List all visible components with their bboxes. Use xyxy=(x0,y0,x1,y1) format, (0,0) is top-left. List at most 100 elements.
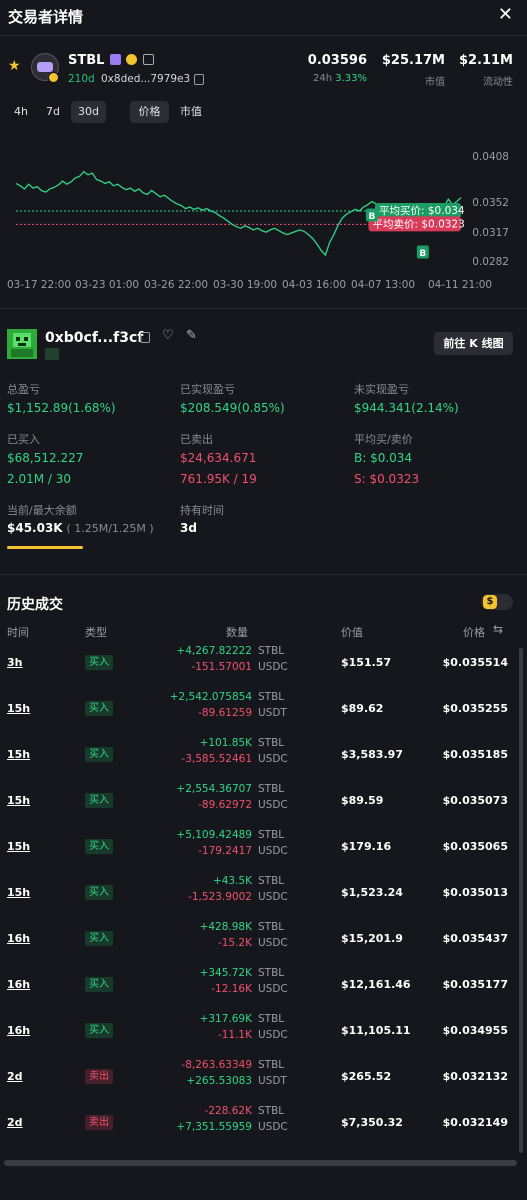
copy-icon[interactable] xyxy=(140,332,150,343)
heart-icon[interactable]: ♡ xyxy=(162,328,174,343)
bought-usd: $68,512.227 xyxy=(7,451,84,465)
trade-time-link[interactable]: 15h xyxy=(7,886,30,899)
trade-quote-symbol: USDC xyxy=(258,1121,288,1133)
trade-time-link[interactable]: 2d xyxy=(7,1116,23,1129)
favorite-star-icon[interactable]: ★ xyxy=(8,58,21,74)
trade-price: $0.035073 xyxy=(442,794,508,807)
twitter-icon[interactable] xyxy=(126,54,137,65)
trade-price: $0.035514 xyxy=(442,656,508,669)
trade-token-symbol: STBL xyxy=(258,691,285,703)
trade-qty-quote: -89.61259 xyxy=(198,707,252,719)
copy-icon[interactable] xyxy=(194,74,204,85)
trade-qty-token: +43.5K xyxy=(212,875,252,887)
close-icon[interactable]: ✕ xyxy=(498,4,513,25)
market-cap-label: 市值 xyxy=(425,77,445,88)
tab-30d[interactable]: 30d xyxy=(71,101,106,123)
price-chart: 平均买价: $0.034平均卖价: $0.0323BB xyxy=(15,170,465,259)
trade-token-symbol: STBL xyxy=(258,1059,285,1071)
y-tick: 0.0408 xyxy=(472,151,509,163)
table-row: 15h 买入 +101.85K STBL -3,585.52461 USDC $3,583.… xyxy=(0,733,527,779)
trade-value: $12,161.46 xyxy=(341,978,411,991)
trade-time-link[interactable]: 16h xyxy=(7,1024,30,1037)
trade-time-link[interactable]: 15h xyxy=(7,748,30,761)
trade-qty-token: +428.98K xyxy=(199,921,252,933)
hold-time: 3d xyxy=(180,521,197,535)
trade-qty-token: -228.62K xyxy=(204,1105,252,1117)
svg-text:平均卖价: $0.0323: 平均卖价: $0.0323 xyxy=(373,218,465,230)
trade-qty-quote: -151.57001 xyxy=(191,661,252,673)
token-address: 0x8ded...7979e3 xyxy=(101,73,191,85)
horizontal-scrollbar[interactable] xyxy=(4,1160,517,1166)
audit-icon[interactable] xyxy=(143,54,154,65)
col-price: 价格 xyxy=(463,626,485,639)
total-pnl-label: 总盈亏 xyxy=(7,383,40,396)
svg-text:B: B xyxy=(419,249,426,259)
trade-token-symbol: STBL xyxy=(258,875,285,887)
trade-time-link[interactable]: 15h xyxy=(7,702,30,715)
trade-quote-symbol: USDT xyxy=(258,1075,287,1087)
platform-icon[interactable] xyxy=(110,54,121,65)
trade-time-link[interactable]: 15h xyxy=(7,840,30,853)
trade-token-symbol: STBL xyxy=(258,967,285,979)
trade-token-symbol: STBL xyxy=(258,783,285,795)
buy-marker: B xyxy=(366,208,378,222)
trade-qty-quote: -3,585.52461 xyxy=(181,753,252,765)
table-row: 15h 买入 +5,109.42489 STBL -179.2417 USDC $179.1… xyxy=(0,825,527,871)
header: 交易者详情 ✕ xyxy=(0,0,527,34)
kline-button[interactable]: 前往 K 线图 xyxy=(434,332,513,355)
trade-time-link[interactable]: 2d xyxy=(7,1070,23,1083)
table-row: 2d 卖出 -228.62K STBL +7,351.55959 USDC $7,350.3… xyxy=(0,1101,527,1147)
trade-price: $0.035255 xyxy=(442,702,508,715)
swap-icon[interactable]: ⇆ xyxy=(493,622,503,636)
trade-value: $179.16 xyxy=(341,840,392,853)
trade-quote-symbol: USDC xyxy=(258,937,288,949)
tab-price[interactable]: 价格 xyxy=(130,101,169,123)
col-type: 类型 xyxy=(85,626,107,639)
y-tick: 0.0282 xyxy=(472,256,509,268)
table-row: 15h 买入 +43.5K STBL -1,523.9002 USDC $1,523.24 $… xyxy=(0,871,527,917)
trade-token-symbol: STBL xyxy=(258,829,285,841)
trade-quote-symbol: USDC xyxy=(258,983,288,995)
trade-value: $151.57 xyxy=(341,656,392,669)
avg-sell-label: 平均卖价: $0.0323 xyxy=(368,216,465,232)
table-row: 15h 买入 +2,542.075854 STBL -89.61259 USDT $89.6… xyxy=(0,687,527,733)
trade-time-link[interactable]: 16h xyxy=(7,978,30,991)
divider xyxy=(0,308,527,309)
liquidity-value: $2.11M xyxy=(458,53,513,68)
edit-icon[interactable]: ✎ xyxy=(186,328,197,343)
trade-qty-token: +5,109.42489 xyxy=(176,829,252,841)
trade-qty-quote: -89.62972 xyxy=(198,799,252,811)
trade-token-symbol: STBL xyxy=(258,1105,285,1117)
hold-time-label: 持有时间 xyxy=(180,504,224,517)
tab-mcap[interactable]: 市值 xyxy=(173,101,209,123)
table-row: 2d 卖出 -8,263.63349 STBL +265.53083 USDT $265.5… xyxy=(0,1055,527,1101)
col-qty: 数量 xyxy=(226,626,248,639)
trade-token-symbol: STBL xyxy=(258,921,285,933)
trade-value: $15,201.9 xyxy=(341,932,403,945)
trade-value: $7,350.32 xyxy=(341,1116,403,1129)
tab-7d[interactable]: 7d xyxy=(40,101,66,123)
table-row: 16h 买入 +345.72K STBL -12.16K USDC $12,161.46 $0… xyxy=(0,963,527,1009)
trade-price: $0.032149 xyxy=(442,1116,508,1129)
dollar-icon[interactable]: $ xyxy=(483,595,497,609)
vertical-scrollbar[interactable] xyxy=(519,648,523,1153)
unrealized-pnl-label: 未实现盈亏 xyxy=(354,383,409,396)
trade-qty-token: +2,554.36707 xyxy=(176,783,252,795)
market-cap-value: $25.17M xyxy=(381,53,445,68)
trade-token-symbol: STBL xyxy=(258,645,285,657)
trade-token-symbol: STBL xyxy=(258,737,285,749)
x-tick: 03-23 01:00 xyxy=(75,279,140,291)
realized-pnl: $208.549(0.85%) xyxy=(180,401,285,415)
trade-price: $0.035013 xyxy=(442,886,508,899)
trade-type-badge: 买入 xyxy=(85,977,113,992)
trade-time-link[interactable]: 3h xyxy=(7,656,23,669)
avg-buy-price: B: $0.034 xyxy=(354,451,413,465)
unrealized-pnl: $944.341(2.14%) xyxy=(354,401,459,415)
x-tick: 04-07 13:00 xyxy=(351,279,416,291)
trade-type-badge: 买入 xyxy=(85,793,113,808)
tab-4h[interactable]: 4h xyxy=(8,101,34,123)
trade-type-badge: 买入 xyxy=(85,1023,113,1038)
trade-type-badge: 买入 xyxy=(85,885,113,900)
trade-time-link[interactable]: 15h xyxy=(7,794,30,807)
trade-time-link[interactable]: 16h xyxy=(7,932,30,945)
